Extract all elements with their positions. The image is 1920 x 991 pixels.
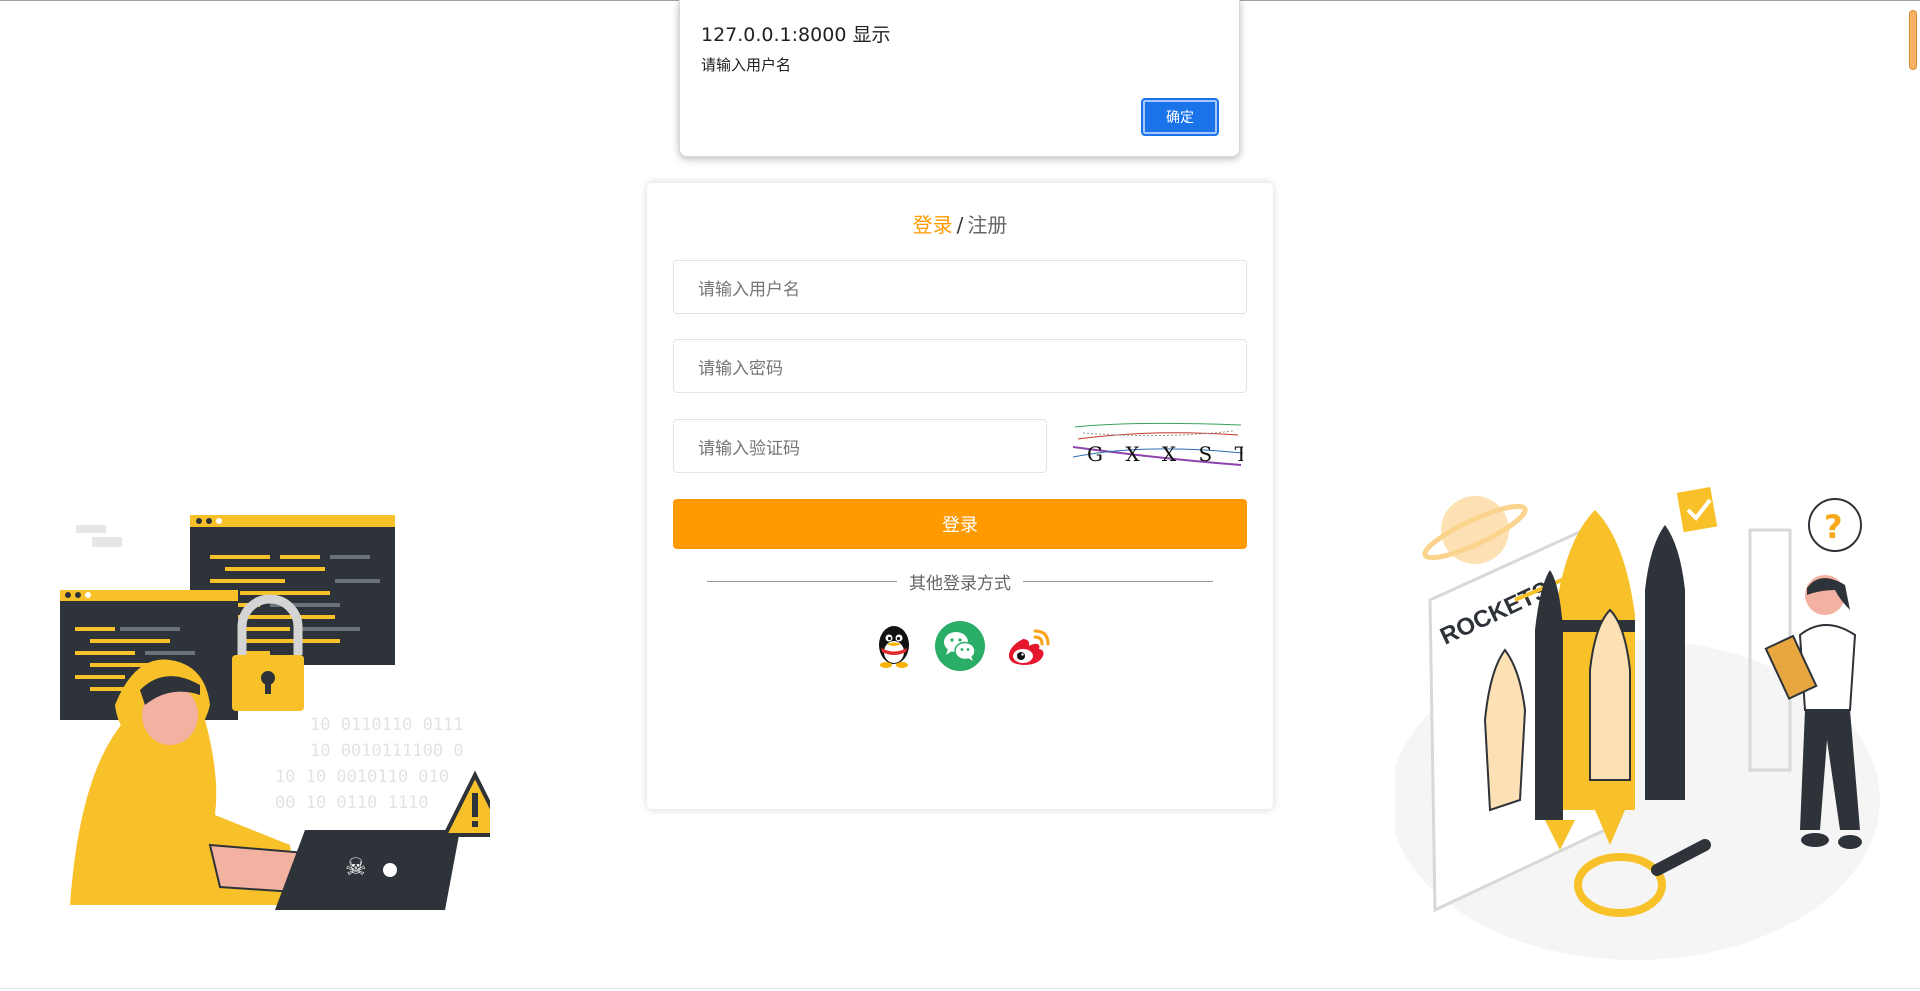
svg-text:G X X S T: G X X S T: [1087, 442, 1243, 466]
username-placeholder: 请输入用户名: [698, 279, 800, 300]
username-input[interactable]: 请输入用户名: [673, 260, 1247, 314]
alert-message: 请输入用户名: [701, 56, 792, 74]
password-placeholder: 请输入密码: [698, 358, 783, 379]
password-input[interactable]: 请输入密码: [673, 339, 1247, 393]
hacker-illustration: 10 0110110 0111 10 0010111100 0 10 10 00…: [60, 515, 490, 910]
tab-separator: /: [956, 213, 964, 237]
login-card: 登录 / 注册 请输入用户名 请输入密码 请输入验证码 G X X S T 登录 其…: [647, 183, 1273, 809]
rockets-illustration: ROCKETS ?: [1395, 487, 1880, 960]
other-methods-row: 其他登录方式: [647, 569, 1273, 594]
login-submit-button[interactable]: 登录: [673, 499, 1247, 549]
svg-text:10 0010111100 0: 10 0010111100 0: [310, 741, 464, 761]
scrollbar-thumb[interactable]: [1909, 10, 1917, 70]
alert-ok-button[interactable]: 确定: [1141, 98, 1219, 136]
weibo-icon[interactable]: [1003, 621, 1053, 671]
svg-text:10 0110110 0111: 10 0110110 0111: [310, 715, 464, 735]
svg-text:?: ?: [1824, 508, 1843, 546]
tab-login[interactable]: 登录: [913, 213, 953, 237]
tab-register[interactable]: 注册: [967, 213, 1007, 237]
svg-text:☠: ☠: [345, 853, 367, 881]
alert-dialog: 127.0.0.1:8000 显示 请输入用户名 确定: [679, 0, 1240, 157]
wechat-icon[interactable]: [935, 621, 985, 671]
svg-text:10 10 0010110 010: 10 10 0010110 010: [275, 767, 449, 787]
qq-icon[interactable]: [869, 621, 919, 671]
other-methods-label: 其他登录方式: [897, 574, 1023, 594]
captcha-input[interactable]: 请输入验证码: [673, 419, 1047, 473]
alert-title: 127.0.0.1:8000 显示: [701, 24, 891, 46]
svg-text:00 10 0110 1110: 00 10 0110 1110: [275, 793, 429, 813]
captcha-placeholder: 请输入验证码: [698, 438, 800, 459]
page-bottom-border: [0, 988, 1920, 989]
login-register-tabs: 登录 / 注册: [647, 209, 1273, 238]
captcha-image[interactable]: G X X S T: [1073, 417, 1243, 471]
